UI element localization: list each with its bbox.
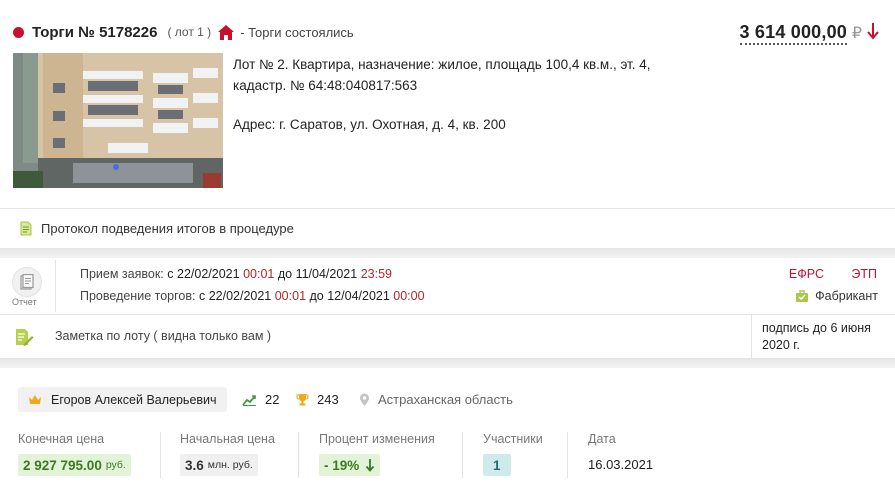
- auction-to-time: 00:00: [393, 289, 425, 303]
- lot-photo[interactable]: [13, 53, 223, 188]
- auction-label: Проведение торгов:: [80, 289, 196, 303]
- trend-chart-icon: [242, 394, 256, 406]
- start-price-unit: млн. руб.: [207, 459, 253, 471]
- participants-label: Участники: [483, 432, 543, 446]
- divider: [160, 432, 161, 478]
- start-price-block: Начальная цена 3.6 млн. руб.: [180, 432, 275, 476]
- auction-status: - Торги состоялись: [240, 24, 354, 40]
- lot-description: Лот № 2. Квартира, назначение: жилое, пл…: [233, 57, 651, 93]
- card-gap: [0, 358, 895, 368]
- report-label[interactable]: Отчет: [12, 297, 37, 307]
- auction-row: Проведение торгов: с 22/02/2021 00:01 до…: [80, 289, 425, 303]
- applications-to-date: 11/04/2021: [295, 267, 358, 281]
- region-stat: Астраханская область: [359, 392, 513, 407]
- trophies-count: 243: [317, 392, 339, 407]
- applications-from-time: 00:01: [243, 267, 275, 281]
- auction-from-date: 22/02/2021: [208, 289, 272, 303]
- applications-to-word: до: [277, 267, 293, 281]
- participants-block: Участники 1: [483, 432, 543, 476]
- result-date: 16.03.2021: [588, 457, 654, 472]
- current-price[interactable]: 3 614 000,00: [739, 22, 847, 45]
- divider: [462, 432, 463, 478]
- trophy-icon: [296, 394, 309, 406]
- report-icon[interactable]: [12, 267, 42, 297]
- price-down-arrow-icon: [867, 23, 879, 40]
- document-icon: [20, 221, 32, 236]
- divider: [0, 208, 895, 209]
- signature-deadline: подпись до 6 июня 2020 г.: [762, 321, 871, 352]
- auction-title[interactable]: Торги № 5178226: [32, 24, 157, 41]
- auction-from-word: с: [198, 289, 206, 303]
- result-card: Егоров Алексей Валерьевич 22 243 Астраха…: [0, 368, 895, 493]
- wins-stat: 22: [242, 392, 279, 407]
- divider: [298, 432, 299, 478]
- start-price-value: 3.6: [185, 457, 204, 473]
- final-price-value: 2 927 795.00: [23, 457, 102, 473]
- divider: [567, 432, 568, 478]
- applications-from-word: с: [167, 267, 174, 281]
- protocol-link-label: Протокол подведения итогов в процедуре: [41, 221, 294, 236]
- trophies-stat: 243: [296, 392, 339, 407]
- divider: [55, 260, 56, 312]
- note-pencil-icon[interactable]: [14, 327, 34, 347]
- currency-sign: ₽: [851, 25, 862, 42]
- change-block: Процент изменения - 19%: [319, 432, 435, 476]
- wins-count: 22: [265, 392, 280, 407]
- protocol-link[interactable]: Протокол подведения итогов в процедуре: [20, 221, 294, 236]
- applications-label: Прием заявок:: [80, 267, 164, 281]
- winner-chip[interactable]: Егоров Алексей Валерьевич: [18, 387, 227, 412]
- final-price-block: Конечная цена 2 927 795.00 руб.: [18, 432, 131, 476]
- lot-card: Торги № 5178226 ( лот 1 ) - Торги состоя…: [0, 0, 895, 248]
- winner-name: Егоров Алексей Валерьевич: [51, 392, 217, 407]
- applications-to-time: 23:59: [360, 267, 392, 281]
- location-pin-icon: [360, 393, 369, 406]
- applications-row: Прием заявок: с 22/02/2021 00:01 до 11/0…: [80, 267, 392, 281]
- date-block: Дата 16.03.2021: [588, 432, 653, 472]
- card-gap: [0, 248, 895, 258]
- note-field[interactable]: Заметка по лоту ( видна только вам ): [55, 329, 271, 343]
- start-price-badge: 3.6 млн. руб.: [180, 454, 258, 476]
- status-dot-icon: [13, 26, 24, 38]
- auction-from-time: 00:01: [274, 289, 307, 303]
- efrs-link[interactable]: ЕФРС: [789, 267, 824, 281]
- participants-badge[interactable]: 1: [483, 454, 511, 476]
- crown-icon: [29, 395, 41, 404]
- auction-to-date: 12/04/2021: [327, 289, 390, 303]
- schedule-card: Отчет Прием заявок: с 22/02/2021 00:01 д…: [0, 258, 895, 358]
- divider: [751, 315, 752, 358]
- final-price-badge: 2 927 795.00 руб.: [18, 454, 131, 476]
- change-badge: - 19%: [319, 454, 381, 476]
- lot-header: Торги № 5178226 ( лот 1 ) - Торги состоя…: [13, 20, 354, 44]
- region-name: Астраханская область: [378, 392, 513, 407]
- final-price-unit: руб.: [105, 459, 126, 471]
- start-price-label: Начальная цена: [180, 432, 275, 446]
- change-label: Процент изменения: [319, 432, 435, 446]
- applications-from-date: 22/02/2021: [177, 267, 240, 281]
- date-label: Дата: [588, 432, 616, 446]
- platform-link[interactable]: Фабрикант: [795, 289, 878, 303]
- final-price-label: Конечная цена: [18, 432, 105, 446]
- briefcase-icon: [796, 289, 809, 302]
- house-icon: [218, 24, 235, 40]
- divider: [0, 314, 895, 315]
- change-value: - 19%: [324, 457, 360, 473]
- arrow-down-icon: [366, 459, 375, 472]
- etp-link[interactable]: ЭТП: [851, 267, 877, 281]
- lot-address: Адрес: г. Саратов, ул. Охотная, д. 4, кв…: [233, 117, 506, 132]
- platform-name: Фабрикант: [815, 289, 878, 303]
- auction-to-word: до: [309, 289, 324, 303]
- lot-number: ( лот 1 ): [167, 25, 212, 39]
